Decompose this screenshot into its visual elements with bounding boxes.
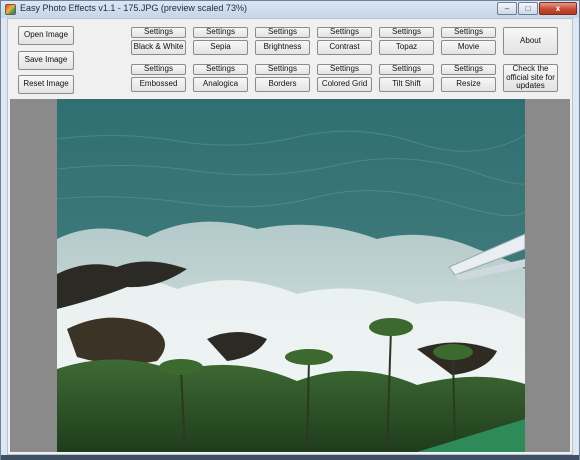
- reset-image-button[interactable]: Reset Image: [18, 75, 74, 94]
- movie-button[interactable]: Movie: [441, 40, 496, 55]
- app-window: Easy Photo Effects v1.1 - 175.JPG (previ…: [0, 0, 580, 460]
- window-title: Easy Photo Effects v1.1 - 175.JPG (previ…: [20, 3, 247, 13]
- black-white-button[interactable]: Black & White: [131, 40, 186, 55]
- settings-borders-button[interactable]: Settings: [255, 64, 310, 75]
- colored-grid-button[interactable]: Colored Grid: [317, 77, 372, 92]
- settings-colored-grid-button[interactable]: Settings: [317, 64, 372, 75]
- sepia-button[interactable]: Sepia: [193, 40, 248, 55]
- settings-resize-button[interactable]: Settings: [441, 64, 496, 75]
- settings-movie-button[interactable]: Settings: [441, 27, 496, 38]
- client-area: Open Image Save Image Reset Image Settin…: [7, 18, 573, 455]
- open-image-button[interactable]: Open Image: [18, 26, 74, 45]
- settings-brightness-button[interactable]: Settings: [255, 27, 310, 38]
- contrast-button[interactable]: Contrast: [317, 40, 372, 55]
- borders-button[interactable]: Borders: [255, 77, 310, 92]
- image-preview: [57, 99, 525, 452]
- window-controls: – □ x: [496, 2, 577, 16]
- topaz-button[interactable]: Topaz: [379, 40, 434, 55]
- settings-contrast-button[interactable]: Settings: [317, 27, 372, 38]
- settings-embossed-button[interactable]: Settings: [131, 64, 186, 75]
- embossed-button[interactable]: Embossed: [131, 77, 186, 92]
- close-button[interactable]: x: [539, 2, 577, 15]
- brightness-button[interactable]: Brightness: [255, 40, 310, 55]
- settings-tilt-shift-button[interactable]: Settings: [379, 64, 434, 75]
- about-button[interactable]: About: [503, 27, 558, 55]
- check-updates-button[interactable]: Check the official site for updates: [503, 64, 558, 92]
- tilt-shift-button[interactable]: Tilt Shift: [379, 77, 434, 92]
- settings-black-white-button[interactable]: Settings: [131, 27, 186, 38]
- resize-button[interactable]: Resize: [441, 77, 496, 92]
- settings-analogica-button[interactable]: Settings: [193, 64, 248, 75]
- analogica-button[interactable]: Analogica: [193, 77, 248, 92]
- settings-topaz-button[interactable]: Settings: [379, 27, 434, 38]
- minimize-button[interactable]: –: [497, 2, 517, 15]
- maximize-button[interactable]: □: [518, 2, 538, 15]
- settings-sepia-button[interactable]: Settings: [193, 27, 248, 38]
- taskbar-strip: [1, 455, 579, 460]
- app-icon[interactable]: [5, 4, 16, 15]
- save-image-button[interactable]: Save Image: [18, 51, 74, 70]
- title-bar[interactable]: Easy Photo Effects v1.1 - 175.JPG (previ…: [1, 1, 579, 18]
